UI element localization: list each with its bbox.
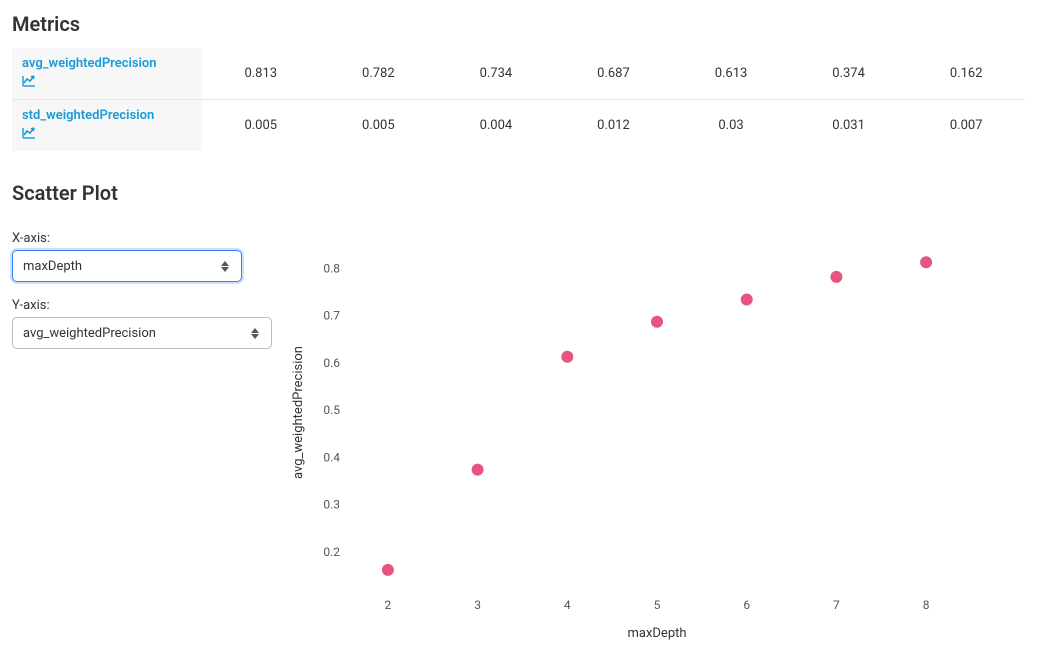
- metric-cell: 0.004: [437, 100, 555, 152]
- data-point: [651, 316, 663, 328]
- data-point: [920, 256, 932, 268]
- metric-cell: 0.687: [555, 48, 673, 100]
- svg-text:0.2: 0.2: [323, 545, 340, 559]
- x-axis-label: X-axis:: [12, 231, 262, 246]
- svg-text:8: 8: [923, 598, 930, 612]
- metric-label-cell[interactable]: avg_weightedPrecision: [12, 48, 202, 100]
- svg-text:4: 4: [564, 598, 571, 612]
- metric-cell: 0.031: [790, 100, 908, 152]
- svg-text:7: 7: [833, 598, 840, 612]
- table-row: avg_weightedPrecision 0.813 0.782 0.734 …: [12, 48, 1025, 100]
- chart-xlabel: maxDepth: [627, 626, 686, 641]
- svg-text:3: 3: [474, 598, 481, 612]
- chevron-updown-icon: [245, 318, 265, 348]
- metric-label: std_weightedPrecision: [22, 108, 154, 123]
- y-axis-select[interactable]: avg_weightedPrecision: [12, 317, 272, 349]
- metric-cell: 0.005: [320, 100, 438, 152]
- svg-text:0.3: 0.3: [323, 498, 340, 512]
- y-axis-label: Y-axis:: [12, 298, 262, 313]
- metric-cell: 0.03: [672, 100, 790, 152]
- chart-ylabel: avg_weightedPrecision: [291, 346, 306, 479]
- scatter-chart: 0.2 0.3 0.4 0.5 0.6 0.7 0.8 2 3 4 5 6 7 8 avg_weighted…: [282, 225, 1025, 649]
- metric-label: avg_weightedPrecision: [22, 56, 157, 71]
- metric-cell: 0.782: [320, 48, 438, 100]
- data-point: [830, 271, 842, 283]
- svg-text:0.8: 0.8: [323, 261, 340, 275]
- metric-cell: 0.007: [907, 100, 1025, 152]
- metric-cell: 0.613: [672, 48, 790, 100]
- y-axis-value: avg_weightedPrecision: [23, 326, 156, 341]
- metric-cell: 0.374: [790, 48, 908, 100]
- data-point: [472, 464, 484, 476]
- svg-text:6: 6: [743, 598, 750, 612]
- metric-cell: 0.162: [907, 48, 1025, 100]
- data-point: [382, 564, 394, 576]
- data-point: [561, 351, 573, 363]
- chart-icon: [22, 75, 192, 91]
- svg-text:5: 5: [654, 598, 661, 612]
- metric-cell: 0.813: [202, 48, 320, 100]
- svg-text:0.5: 0.5: [323, 403, 340, 417]
- svg-text:2: 2: [385, 598, 392, 612]
- scatter-controls: X-axis: maxDepth Y-axis: avg_weightedPre…: [12, 225, 282, 349]
- metric-cell: 0.005: [202, 100, 320, 152]
- metric-cell: 0.734: [437, 48, 555, 100]
- data-point: [741, 294, 753, 306]
- table-row: std_weightedPrecision 0.005 0.005 0.004 …: [12, 100, 1025, 152]
- x-axis-value: maxDepth: [23, 259, 82, 274]
- metrics-table: avg_weightedPrecision 0.813 0.782 0.734 …: [12, 48, 1025, 151]
- metric-label-cell[interactable]: std_weightedPrecision: [12, 100, 202, 152]
- x-axis-select[interactable]: maxDepth: [12, 250, 242, 282]
- metrics-heading: Metrics: [12, 12, 1025, 36]
- svg-text:0.7: 0.7: [323, 309, 340, 323]
- svg-text:0.4: 0.4: [323, 450, 340, 464]
- scatter-heading: Scatter Plot: [12, 181, 1025, 205]
- metric-cell: 0.012: [555, 100, 673, 152]
- svg-text:0.6: 0.6: [323, 356, 340, 370]
- chevron-updown-icon: [215, 251, 235, 281]
- chart-icon: [22, 127, 192, 143]
